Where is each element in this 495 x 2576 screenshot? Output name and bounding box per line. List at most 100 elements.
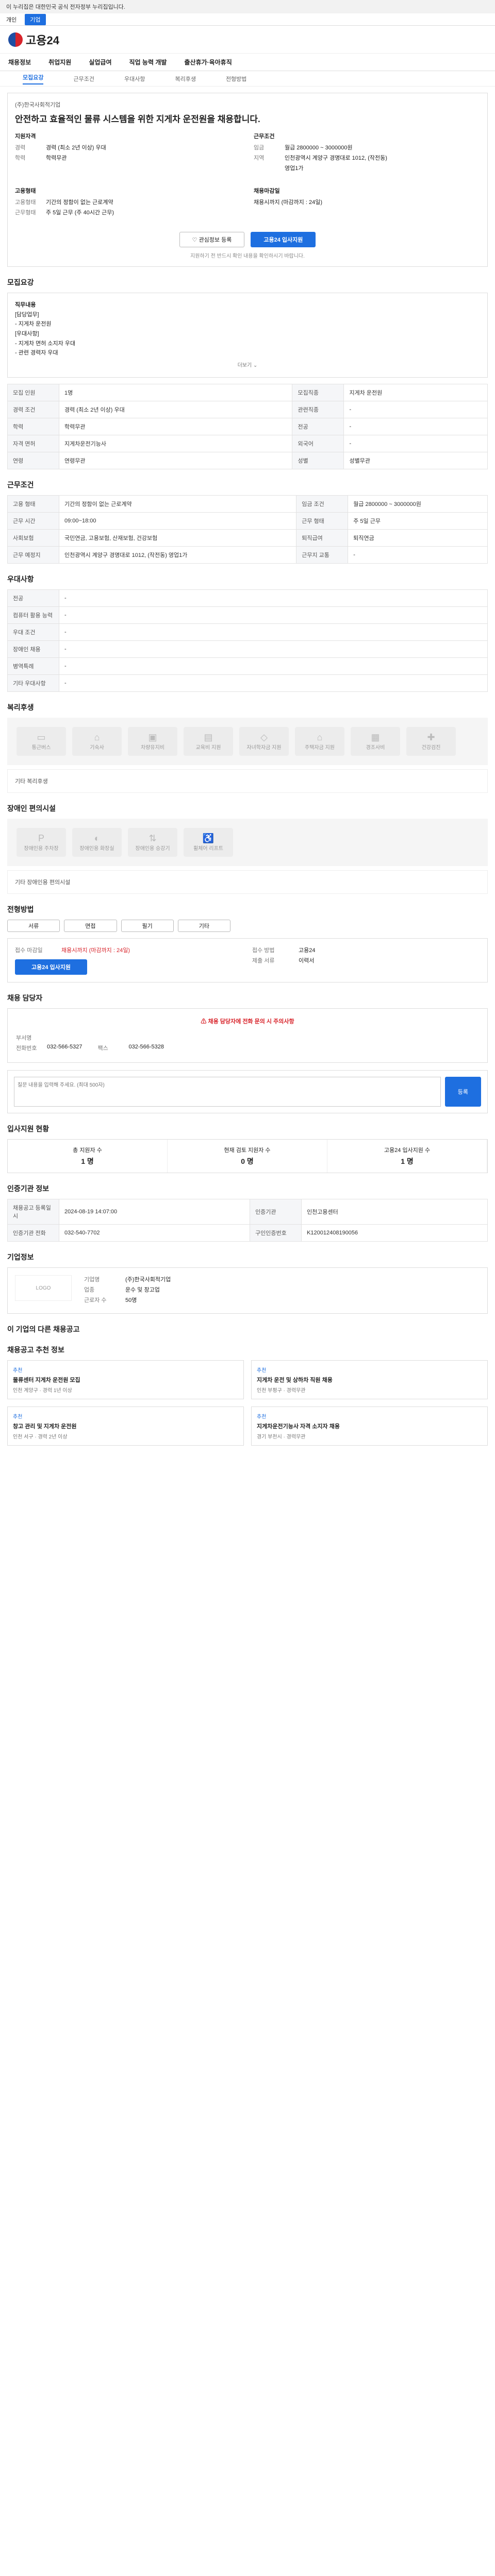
section-company-title: 기업정보 bbox=[7, 1253, 34, 1262]
kv-key: 팩스 bbox=[97, 1045, 108, 1052]
process-step: 기타 bbox=[177, 920, 230, 933]
scrap-button[interactable]: ♡ 관심정보 등록 bbox=[179, 232, 245, 247]
kv-value: 경력 (최소 2년 이상) 우대 bbox=[46, 145, 106, 151]
section-disabled-title: 장애인 편의시설 bbox=[7, 804, 56, 813]
inquiry-submit-button[interactable]: 등록 bbox=[444, 1077, 481, 1107]
kv-value: 영업1가 bbox=[285, 165, 304, 172]
kv-value: 기간의 정함이 없는 근로계약 bbox=[46, 199, 113, 206]
duty-line: [우대사항] bbox=[15, 331, 39, 337]
kv-key: 전화번호 bbox=[16, 1045, 37, 1052]
kv-key: 고용형태 bbox=[15, 199, 36, 206]
job-title: 안전하고 효율적인 물류 시스템을 위한 지게차 운전원을 채용합니다. bbox=[15, 114, 260, 124]
recommend-item[interactable]: 추천 지게차 운전 및 상하차 직원 채용 인천 부평구 · 경력무관 bbox=[251, 1360, 488, 1400]
warning-icon: ⚠ bbox=[201, 1019, 208, 1025]
kv-value: 이력서 bbox=[299, 958, 315, 964]
kv-value: 월급 2800000 ~ 3000000원 bbox=[285, 145, 353, 151]
gift-icon: ▦ bbox=[371, 732, 380, 743]
section-stats-title: 입사지원 현황 bbox=[7, 1125, 50, 1133]
nav-item[interactable]: 출산휴가·육아휴직 bbox=[184, 58, 232, 66]
table-row: 채용공고 등록일시 2024-08-19 14:07:00 인증기관 인천고용센터 bbox=[7, 1199, 488, 1225]
tab-personal[interactable]: 개인 bbox=[6, 15, 16, 24]
qualify-block: 지원자격 경력 경력 (최소 2년 이상) 우대 학력 학력무관 bbox=[15, 132, 241, 174]
toilet-icon: ◐ bbox=[94, 833, 100, 844]
tab-prefer[interactable]: 우대사항 bbox=[124, 75, 145, 83]
section-prefer-title: 우대사항 bbox=[7, 575, 34, 584]
kv-key: 학력 bbox=[15, 155, 26, 161]
tab-company[interactable]: 기업 bbox=[25, 13, 46, 25]
kv-key: 근로자 수 bbox=[84, 1297, 107, 1304]
welfare-item: ⌂ 주택자금 지원 bbox=[295, 727, 344, 756]
apply-button-2[interactable]: 고용24 입사지원 bbox=[15, 959, 87, 975]
kv-value: 채용시까지 (마감까지 : 24일) bbox=[61, 947, 130, 954]
table-row: 기타 우대사항 - bbox=[7, 674, 488, 692]
cond-block: 근무조건 임금 월급 2800000 ~ 3000000원 지역 인천광역시 계양구… bbox=[254, 132, 480, 174]
main-nav: 채용정보 취업지원 실업급여 직업 능력 개발 출산휴가·육아휴직 bbox=[0, 54, 495, 71]
section-manager-title: 채용 담당자 bbox=[7, 994, 43, 1003]
disabled-note: 기타 장애인용 편의시설 bbox=[7, 870, 488, 894]
tab-process[interactable]: 전형방법 bbox=[226, 75, 246, 83]
section-recruit-title: 모집요강 bbox=[7, 278, 34, 286]
stats-panel: 총 지원자 수1 명 현재 검토 지원자 수0 명 고용24 입사지원 수1 명 bbox=[7, 1139, 488, 1174]
welfare-item: ▣ 차량유지비 bbox=[128, 727, 177, 756]
table-row: 우대 조건 - bbox=[7, 623, 488, 641]
kv-key: 부서명 bbox=[16, 1035, 32, 1042]
apply-box: 접수 마감일 채용시까지 (마감까지 : 24일) 고용24 입사지원 접수 방법… bbox=[7, 938, 488, 983]
section-process-title: 전형방법 bbox=[7, 905, 34, 914]
nav-item[interactable]: 채용정보 bbox=[8, 58, 31, 66]
more-button[interactable]: 더보기 ⌄ bbox=[15, 361, 480, 370]
tab-work[interactable]: 근무조건 bbox=[73, 75, 94, 83]
house-icon: ⌂ bbox=[317, 732, 323, 743]
table-row: 인증기관 전화 032-540-7702 구인인증번호 K12001240819005… bbox=[7, 1224, 488, 1242]
table-row: 자격 면허 지게차운전기능사 외국어 - bbox=[7, 435, 488, 453]
work-table: 고용 형태 기간의 정함이 없는 근로계약 임금 조건 월급 2800000 ~ 30… bbox=[7, 495, 488, 564]
apply-note: 지원하기 전 반드시 확인 내용을 확인하시기 바랍니다. bbox=[190, 253, 305, 259]
recommend-item[interactable]: 추천 지게차운전기능사 자격 소지자 채용 경기 부천시 · 경력무관 bbox=[251, 1406, 488, 1446]
job-summary-card: (주)한국사회적기업 안전하고 효율적인 물류 시스템을 위한 지게차 운전원을… bbox=[7, 93, 488, 267]
kv-value: 주 5일 근무 (주 40시간 근무) bbox=[46, 210, 114, 216]
deadline-block: 채용마감일 채용시까지 (마감까지 : 24일) bbox=[254, 187, 480, 218]
qualify-heading: 지원자격 bbox=[15, 133, 36, 140]
kv-key: 경력 bbox=[15, 145, 26, 151]
nav-item[interactable]: 직업 능력 개발 bbox=[129, 58, 167, 66]
recommend-item[interactable]: 추천 창고 관리 및 지게차 운전원 인천 서구 · 경력 2년 이상 bbox=[7, 1406, 244, 1446]
tab-welfare[interactable]: 복리후생 bbox=[175, 75, 195, 83]
apply-button[interactable]: 고용24 입사지원 bbox=[251, 232, 316, 247]
recommend-item[interactable]: 추천 물류센터 지게차 운전원 모집 인천 계양구 · 경력 1년 이상 bbox=[7, 1360, 244, 1400]
book-icon: ▤ bbox=[204, 732, 213, 743]
nav-item[interactable]: 실업급여 bbox=[89, 58, 111, 66]
site-logo[interactable]: 고용24 bbox=[26, 31, 59, 48]
dorm-icon: ⌂ bbox=[94, 732, 100, 743]
duty-line: - 지게차 운전원 bbox=[15, 321, 52, 328]
heart-icon: ♡ bbox=[192, 236, 199, 243]
parking-icon: P bbox=[38, 833, 44, 844]
type-block: 고용형태 고용형태 기간의 정함이 없는 근로계약 근무형태 주 5일 근무 (주 … bbox=[15, 187, 241, 218]
tab-recruit[interactable]: 모집요강 bbox=[23, 73, 44, 84]
cond-heading: 근무조건 bbox=[254, 133, 275, 140]
welfare-item: ▭ 통근버스 bbox=[16, 727, 66, 756]
table-row: 경력 조건 경력 (최소 2년 이상) 우대 관련직종 - bbox=[7, 401, 488, 419]
manager-box: ⚠ 채용 담당자에 전화 문의 시 주의사항 부서명 전화번호 032-566-5… bbox=[7, 1008, 488, 1063]
duty-line: - 지게차 면허 소지자 우대 bbox=[15, 340, 76, 347]
kv-key: 근무형태 bbox=[15, 210, 36, 216]
company-logo: LOGO bbox=[15, 1275, 72, 1301]
deadline-value: 채용시까지 (마감까지 : 24일) bbox=[254, 199, 322, 206]
inquiry-input[interactable] bbox=[14, 1077, 441, 1107]
table-row: 병역특례 - bbox=[7, 657, 488, 675]
facility-item: ⇅ 장애인용 승강기 bbox=[128, 828, 177, 857]
duty-box: 직무내용 [담당업무] - 지게차 운전원 [우대사항] - 지게차 면허 소지… bbox=[7, 293, 488, 378]
inquiry-box: 등록 bbox=[7, 1070, 488, 1114]
kv-key: 업종 bbox=[84, 1287, 95, 1294]
kv-key: 기업명 bbox=[84, 1277, 100, 1283]
process-step: 서류 bbox=[7, 920, 60, 933]
stat-item: 현재 검토 지원자 수0 명 bbox=[168, 1140, 327, 1173]
table-row: 학력 학력무관 전공 - bbox=[7, 418, 488, 436]
table-row: 근무 시간 09:00~18:00 근무 형태 주 5일 근무 bbox=[7, 512, 488, 530]
nav-item[interactable]: 취업지원 bbox=[48, 58, 71, 66]
process-step: 필기 bbox=[121, 920, 174, 933]
recommend-list: 추천 물류센터 지게차 운전원 모집 인천 계양구 · 경력 1년 이상 추천 지게차… bbox=[7, 1360, 488, 1446]
health-icon: ✚ bbox=[427, 732, 435, 743]
table-row: 연령 연령무관 성별 성별무관 bbox=[7, 452, 488, 470]
company-name: (주)한국사회적기업 bbox=[15, 102, 61, 108]
deadline-heading: 채용마감일 bbox=[254, 188, 280, 194]
wheelchair-icon: ♿ bbox=[202, 833, 214, 844]
